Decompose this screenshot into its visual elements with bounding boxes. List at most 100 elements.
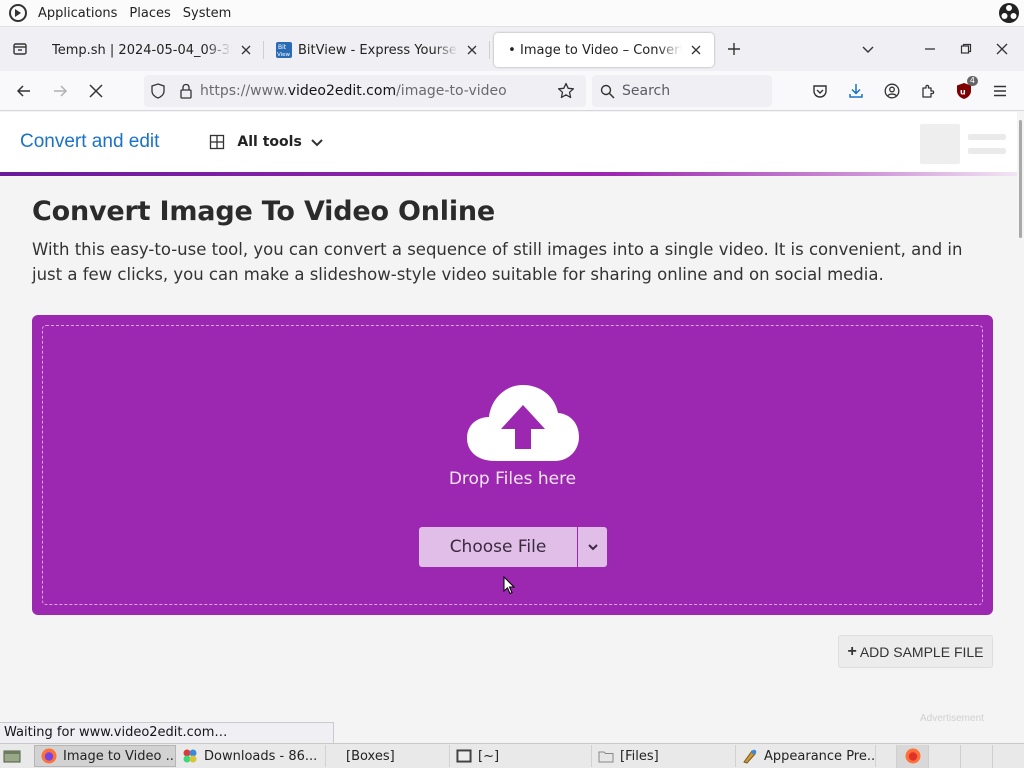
tab-temp-sh[interactable]: Temp.sh | 2024-05-04_09-39-20.png — [40, 33, 264, 67]
search-bar[interactable]: Search — [592, 75, 772, 107]
pocket-button[interactable] — [802, 75, 838, 107]
choose-file-group: Choose File — [419, 527, 607, 567]
tab-bitview[interactable]: Bit View BitView - Express Yourself. — [264, 33, 490, 67]
url-domain: video2edit.com — [287, 83, 397, 99]
url-path: /image-to-video — [396, 83, 507, 99]
url-text[interactable]: https://www.video2edit.com/image-to-vide… — [200, 83, 546, 99]
forward-button[interactable] — [42, 75, 78, 107]
download-icon — [849, 84, 863, 98]
header-placeholder-line — [968, 134, 1006, 140]
page-scrollbar[interactable] — [1017, 112, 1024, 742]
tab-strip: Temp.sh | 2024-05-04_09-39-20.png BitVie… — [0, 27, 1024, 71]
url-bar[interactable]: https://www.video2edit.com/image-to-vide… — [144, 75, 586, 107]
chevron-down-icon — [311, 139, 323, 147]
drop-zone-dashed-border: Drop Files here Choose File — [42, 325, 983, 605]
padlock-icon[interactable] — [172, 75, 200, 107]
places-menu[interactable]: Places — [123, 6, 176, 21]
show-desktop-button[interactable] — [0, 745, 24, 768]
arrow-left-icon — [16, 84, 30, 97]
applications-menu[interactable]: Applications — [32, 6, 123, 21]
account-icon — [884, 83, 900, 99]
app-menu-button[interactable] — [982, 75, 1018, 107]
header-gradient-bar — [0, 172, 1017, 176]
mouse-cursor-icon — [503, 576, 515, 595]
tab-title: Image to Video – Convert Images — [519, 42, 682, 58]
taskbar-item-label: [Boxes] — [346, 748, 395, 764]
file-drop-zone[interactable]: Drop Files here Choose File — [32, 315, 993, 615]
minimize-icon — [925, 48, 935, 50]
workspace-3[interactable] — [960, 744, 992, 768]
debian-logo-icon[interactable] — [8, 3, 28, 23]
svg-text:u: u — [960, 88, 966, 97]
close-tab-icon[interactable] — [688, 42, 704, 58]
taskbar-item-terminal[interactable]: [~] — [450, 745, 592, 767]
ublock-origin-button[interactable]: u 4 — [946, 75, 982, 107]
tab-title: BitView - Express Yourself. — [298, 42, 458, 58]
choose-file-button[interactable]: Choose File — [419, 527, 577, 567]
page-title: Convert Image To Video Online — [32, 196, 496, 227]
status-bar: Waiting for www.video2edit.com… — [0, 722, 334, 744]
choose-source-dropdown[interactable] — [578, 527, 607, 567]
svg-text:Bit: Bit — [278, 44, 287, 51]
firefox-view-button[interactable] — [0, 27, 40, 71]
all-tools-menu[interactable]: All tools — [209, 134, 323, 150]
taskbar-item-label: Downloads - 86... — [204, 748, 318, 764]
bookmark-star-icon[interactable] — [546, 75, 586, 107]
grid-icon — [210, 134, 225, 150]
scrollbar-thumb[interactable] — [1019, 120, 1022, 238]
workspace-switcher — [896, 744, 1024, 768]
firefox-icon — [41, 748, 57, 764]
close-tab-icon[interactable] — [464, 42, 480, 58]
maximize-button[interactable] — [948, 27, 984, 71]
navigation-toolbar: https://www.video2edit.com/image-to-vide… — [0, 71, 1024, 111]
plus-icon: + — [847, 642, 857, 660]
list-all-tabs-button[interactable] — [850, 27, 886, 71]
close-icon — [996, 43, 1008, 55]
show-desktop-icon — [3, 750, 21, 763]
new-tab-button[interactable] — [714, 27, 754, 71]
account-button[interactable] — [874, 75, 910, 107]
system-menu[interactable]: System — [177, 6, 237, 21]
taskbar-item-label: Appearance Pre... — [764, 748, 876, 764]
software-update-icon — [183, 749, 197, 763]
close-tab-icon[interactable] — [238, 42, 254, 58]
bottom-taskbar: Image to Video ... Downloads - 86... [Bo… — [0, 743, 1024, 768]
bitview-favicon-icon: BitView — [276, 42, 292, 58]
chevron-down-icon — [587, 544, 598, 551]
cloud-upload-icon — [467, 385, 579, 461]
taskbar-item-label: [Files] — [620, 748, 659, 764]
taskbar-item-appearance[interactable]: Appearance Pre... — [736, 745, 876, 767]
taskbar-item-label: [~] — [478, 748, 500, 764]
obs-studio-icon[interactable] — [998, 2, 1020, 24]
tracking-protection-shield-icon[interactable] — [144, 75, 172, 107]
header-placeholder-block — [920, 124, 960, 164]
arrow-right-icon — [54, 84, 68, 97]
close-window-button[interactable] — [984, 27, 1020, 71]
toolbar-extensions: u 4 — [802, 75, 1018, 107]
taskbar-item-boxes[interactable]: [Boxes] — [326, 745, 450, 767]
tab-title: Temp.sh | 2024-05-04_09-39-20.png — [52, 42, 232, 58]
firefox-view-icon — [13, 43, 27, 55]
taskbar-item-firefox[interactable]: Image to Video ... — [34, 745, 176, 767]
extensions-button[interactable] — [910, 75, 946, 107]
minimize-button[interactable] — [912, 27, 948, 71]
workspace-2[interactable] — [928, 744, 960, 768]
page-intro: With this easy-to-use tool, you can conv… — [32, 240, 963, 284]
advertisement-label: Advertisement — [920, 713, 984, 722]
tab-image-to-video[interactable]: • Image to Video – Convert Images — [494, 33, 714, 67]
downloads-button[interactable] — [838, 75, 874, 107]
chevron-down-icon — [862, 46, 874, 53]
url-prefix: https://www. — [200, 83, 288, 99]
drop-files-label: Drop Files here — [448, 469, 577, 489]
workspace-1[interactable] — [896, 744, 928, 768]
back-button[interactable] — [6, 75, 42, 107]
search-icon — [592, 84, 622, 99]
plus-icon — [728, 43, 740, 55]
stop-loading-button[interactable] — [78, 75, 114, 107]
taskbar-item-downloads[interactable]: Downloads - 86... — [176, 745, 326, 767]
site-brand-link[interactable]: Convert and edit — [20, 131, 159, 153]
taskbar-item-files[interactable]: [Files] — [592, 745, 736, 767]
workspace-4[interactable] — [992, 744, 1024, 768]
pocket-icon — [813, 85, 827, 98]
add-sample-file-button[interactable]: + ADD SAMPLE FILE — [838, 635, 993, 668]
